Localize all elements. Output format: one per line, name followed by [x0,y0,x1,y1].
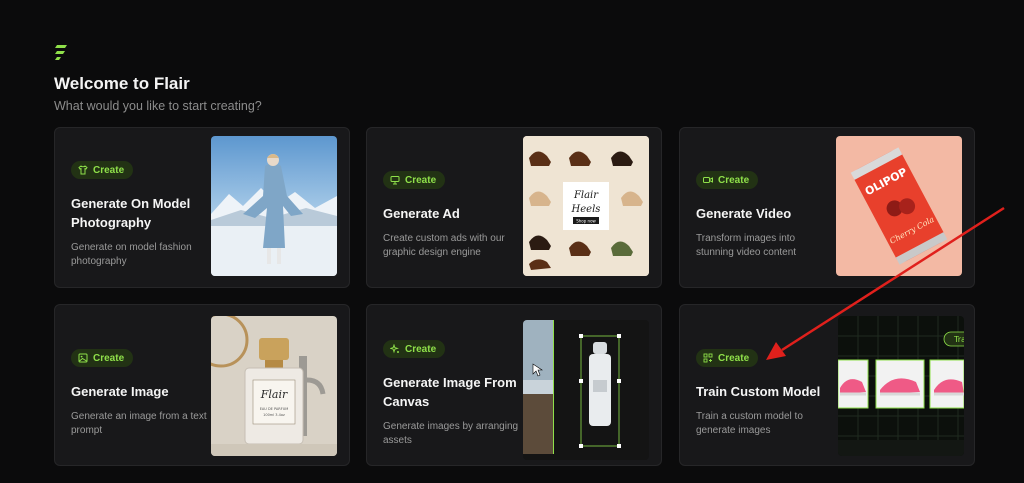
video-icon [703,177,713,183]
ad-sign-cta: Shop now [576,219,596,224]
thumbnail-soda-can: OLIPOP Cherry Cola [836,136,962,276]
thumbnail-fashion-model [211,136,337,276]
create-label: Create [405,174,437,186]
thumbnail-canvas [523,320,649,460]
card-generate-image-from-canvas[interactable]: Create Generate Image From Canvas Genera… [366,304,662,466]
ad-icon [390,176,400,185]
perfume-line1: EAU DE PARFUM [260,407,289,411]
grid-icon [703,353,713,363]
card-title: Generate Image From Canvas [383,375,517,409]
create-label: Create [93,164,125,176]
create-button[interactable]: Create [696,349,759,367]
card-description: Transform images into stunning video con… [696,233,797,258]
thumbnail-perfume-bottle: Flair EAU DE PARFUM 100ml 3.4oz [211,316,337,456]
create-button[interactable]: Create [71,161,134,179]
card-title: Generate Image [71,384,169,399]
thumbnail-heels-ad: Flair Heels Shop now [523,136,649,276]
card-description: Generate an image from a text prompt [71,411,207,436]
ad-sign-line2: Heels [571,204,601,215]
create-button[interactable]: Create [383,171,446,189]
perfume-brand: Flair [260,388,288,401]
create-button[interactable]: Create [696,171,759,189]
card-generate-ad[interactable]: Create Generate Ad Create custom ads wit… [366,127,662,288]
create-label: Create [718,174,750,186]
create-label: Create [718,352,750,364]
card-title: Generate Video [696,206,792,221]
card-title: Generate On Model Photography [71,196,191,230]
create-button[interactable]: Create [71,349,134,367]
card-generate-video[interactable]: Create Generate Video Transform images i… [679,127,975,288]
thumbnail-train-model: Tra [838,316,964,456]
card-generate-image[interactable]: Create Generate Image Generate an image … [54,304,350,466]
card-train-custom-model[interactable]: Create Train Custom Model Train a custom… [679,304,975,466]
create-button[interactable]: Create [383,340,446,358]
page-title: Welcome to Flair [54,74,190,93]
train-badge: Tra [953,335,964,344]
card-description: Generate on model fashion photography [71,242,192,267]
card-title: Generate Ad [383,206,460,221]
card-description: Generate images by arranging assets [383,421,519,446]
perfume-line2: 100ml 3.4oz [263,413,285,417]
sparkle-icon [390,344,399,354]
ad-sign-line1: Flair [573,190,599,201]
card-title: Train Custom Model [696,384,821,399]
create-label: Create [93,352,125,364]
page-subtitle: What would you like to start creating? [54,99,262,113]
card-description: Train a custom model to generate images [696,411,803,436]
flair-logo-icon [55,45,67,60]
shirt-icon [78,165,88,175]
create-label: Create [405,343,437,355]
image-icon [78,353,88,363]
card-generate-on-model-photography[interactable]: Create Generate On Model Photography Gen… [54,127,350,288]
card-description: Create custom ads with our graphic desig… [383,233,505,258]
